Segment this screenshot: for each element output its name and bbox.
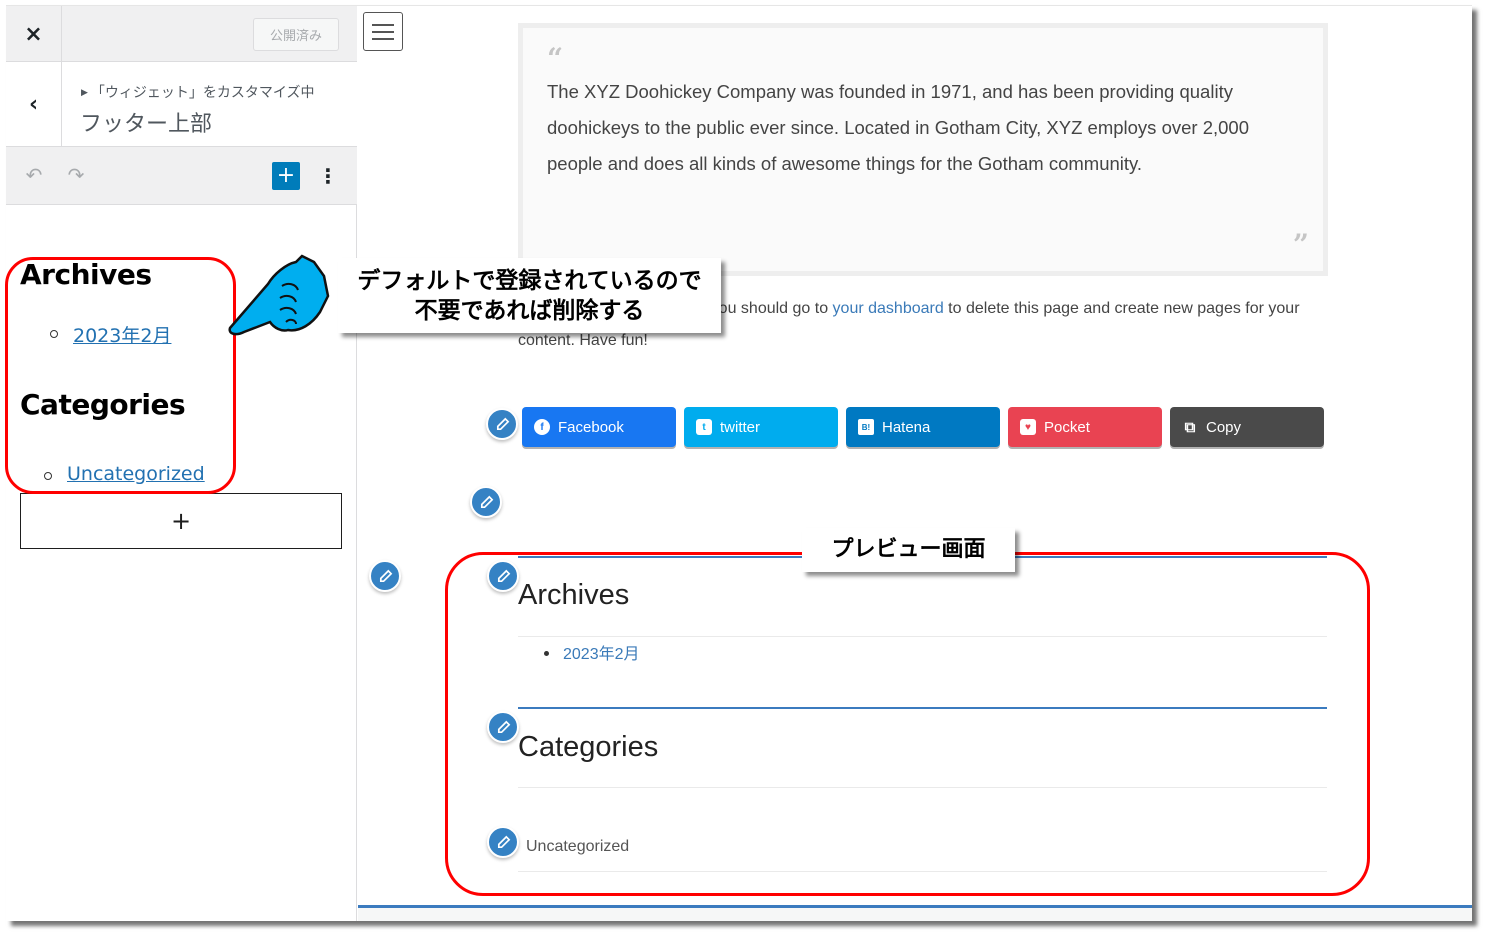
share-label: Pocket	[1044, 418, 1090, 436]
edit-shortcut-button[interactable]	[487, 711, 519, 743]
dashboard-link[interactable]: your dashboard	[833, 300, 944, 317]
triangle-right-icon: ▶	[81, 88, 88, 98]
categories-widget-title[interactable]: Categories	[20, 388, 340, 421]
hamburger-menu-button[interactable]	[363, 12, 403, 51]
bullet-icon	[544, 651, 549, 656]
back-button[interactable]: ‹	[6, 62, 62, 147]
add-block-inserter-button[interactable]: +	[272, 162, 300, 190]
share-label: Facebook	[558, 418, 624, 436]
customizer-window: × 公開済み ‹ ▶ 「ウィジェット」をカスタマイズ中 フッター上部 ↶ ↷ + …	[6, 5, 1472, 921]
share-label: Copy	[1206, 418, 1242, 436]
edit-shortcut-button[interactable]	[470, 486, 502, 518]
site-preview: “ The XYZ Doohickey Company was founded …	[358, 6, 1472, 921]
divider	[518, 787, 1327, 788]
archive-link[interactable]: 2023年2月	[73, 325, 171, 347]
divider	[518, 871, 1327, 872]
plus-icon: +	[276, 163, 296, 188]
callout-delete-note: デフォルトで登録されているので 不要であれば削除する	[338, 258, 721, 333]
share-twitter-button[interactable]: t twitter	[684, 407, 838, 447]
quote-open-icon: “	[547, 42, 564, 75]
undo-button[interactable]: ↶	[22, 163, 46, 187]
blockquote: “ The XYZ Doohickey Company was founded …	[518, 23, 1328, 276]
edit-shortcut-button[interactable]	[486, 408, 518, 440]
callout-line: デフォルトで登録されているので	[357, 268, 702, 294]
pencil-icon	[497, 720, 510, 733]
close-button[interactable]: ×	[6, 6, 62, 62]
pencil-icon	[379, 569, 392, 582]
share-label: Hatena	[882, 418, 931, 436]
footer-categories-title: Categories	[518, 731, 659, 763]
share-hatena-button[interactable]: B! Hatena	[846, 407, 1000, 447]
redo-button[interactable]: ↷	[64, 163, 88, 187]
widget-top-border	[518, 707, 1327, 709]
footer-archive-link[interactable]: 2023年2月	[563, 646, 640, 663]
pencil-icon	[497, 835, 510, 848]
customizer-sidebar: × 公開済み ‹ ▶ 「ウィジェット」をカスタマイズ中 フッター上部 ↶ ↷ + …	[6, 6, 357, 921]
redo-icon: ↷	[67, 163, 85, 187]
add-block-button[interactable]: +	[20, 493, 342, 549]
callout-preview-label: プレビュー画面	[802, 528, 1015, 572]
share-facebook-button[interactable]: f Facebook	[522, 407, 676, 447]
close-icon: ×	[24, 21, 43, 47]
footer-category-link[interactable]: Uncategorized	[526, 838, 629, 855]
pocket-icon: ♥	[1020, 419, 1036, 435]
more-vertical-icon: ⋮	[318, 164, 338, 188]
section-header: ‹ ▶ 「ウィジェット」をカスタマイズ中 フッター上部	[6, 62, 357, 147]
copy-icon: ⧉	[1184, 418, 1196, 436]
pencil-icon	[496, 417, 509, 430]
menu-bar-icon	[372, 30, 394, 33]
publish-button[interactable]: 公開済み	[253, 18, 339, 51]
edit-shortcut-button[interactable]	[487, 826, 519, 858]
list-item: Uncategorized	[44, 463, 340, 485]
share-pocket-button[interactable]: ♥ Pocket	[1008, 407, 1162, 447]
pencil-icon	[480, 495, 493, 508]
category-link[interactable]: Uncategorized	[67, 463, 205, 485]
footer-area	[358, 908, 1472, 921]
plus-icon: +	[170, 507, 192, 535]
menu-bar-icon	[372, 37, 394, 40]
share-label: twitter	[720, 418, 761, 436]
edit-shortcut-button[interactable]	[487, 560, 519, 592]
menu-bar-icon	[372, 23, 394, 26]
twitter-icon: t	[696, 419, 712, 435]
facebook-icon: f	[534, 419, 550, 435]
breadcrumb: ▶ 「ウィジェット」をカスタマイズ中	[81, 82, 315, 102]
pointing-hand-icon	[228, 254, 330, 336]
section-title: フッター上部	[80, 112, 213, 137]
categories-list: Uncategorized	[20, 463, 340, 485]
pencil-icon	[497, 569, 510, 582]
block-toolbar: ↶ ↷ + ⋮	[6, 147, 357, 205]
breadcrumb-text: 「ウィジェット」をカスタマイズ中	[90, 85, 315, 101]
footer-category-item[interactable]: Uncategorized	[526, 838, 629, 856]
options-button[interactable]: ⋮	[318, 161, 338, 191]
hatena-icon: B!	[858, 419, 874, 435]
sidebar-header: × 公開済み	[6, 6, 357, 62]
footer-archives-title: Archives	[518, 579, 630, 611]
list-item: 2023年2月	[544, 640, 640, 664]
share-copy-button[interactable]: ⧉ Copy	[1170, 407, 1324, 447]
quote-close-icon: ”	[1292, 228, 1309, 261]
share-buttons: f Facebook t twitter B! Hatena ♥ Pocket …	[522, 407, 1324, 447]
quote-text: The XYZ Doohickey Company was founded in…	[547, 81, 1249, 174]
edit-shortcut-button[interactable]	[369, 560, 401, 592]
callout-line: 不要であれば削除する	[414, 298, 645, 324]
divider	[518, 636, 1327, 637]
chevron-left-icon: ‹	[28, 92, 39, 117]
undo-icon: ↶	[25, 163, 43, 187]
